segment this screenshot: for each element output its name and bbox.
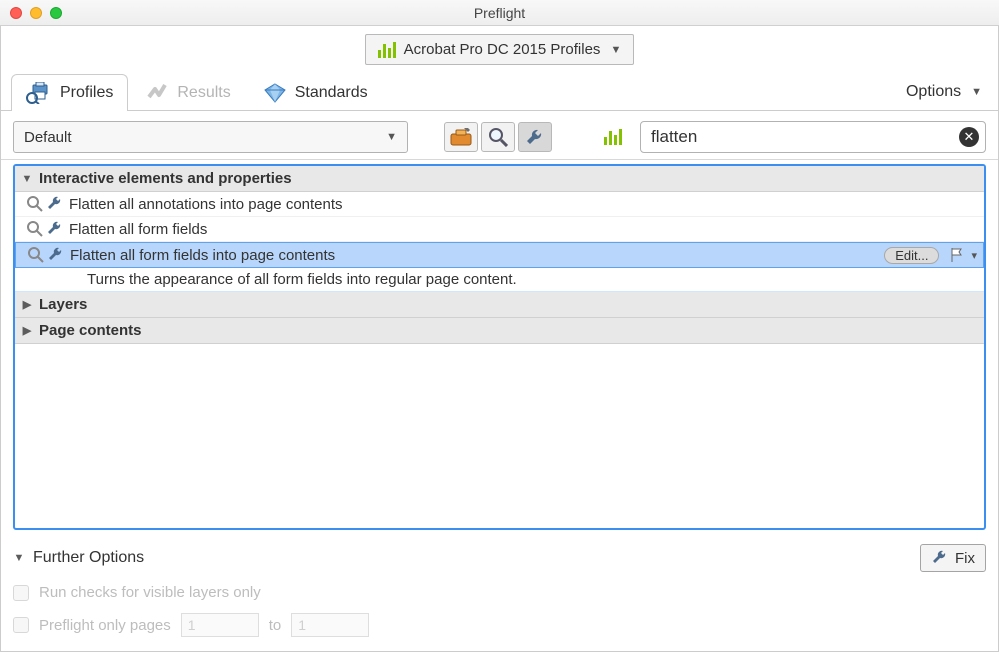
disclosure-closed-icon: ▶ — [21, 324, 33, 337]
show-all-button[interactable] — [596, 122, 630, 152]
titlebar: Preflight — [0, 0, 999, 26]
profiles-dropdown[interactable]: Acrobat Pro DC 2015 Profiles ▼ — [365, 34, 635, 65]
only-pages-checkbox — [13, 617, 29, 633]
group-title: Page contents — [39, 322, 142, 339]
window-zoom-button[interactable] — [50, 7, 62, 19]
library-select-value: Default — [24, 129, 72, 146]
visible-layers-checkbox — [13, 585, 29, 601]
list-item-label: Flatten all form fields into page conten… — [70, 247, 335, 264]
tab-results[interactable]: Results — [128, 74, 245, 111]
fix-button[interactable]: Fix — [920, 544, 986, 572]
list-item-description: Turns the appearance of all form fields … — [15, 268, 984, 292]
group-header-page-contents[interactable]: ▶ Page contents — [15, 318, 984, 344]
wrench-icon — [47, 246, 65, 264]
magnifier-icon — [488, 127, 508, 147]
wrench-icon — [931, 549, 949, 567]
wrench-icon — [46, 220, 64, 238]
profiles-dropdown-label: Acrobat Pro DC 2015 Profiles — [404, 41, 601, 58]
magnifier-wrench-icon — [26, 195, 44, 213]
group-title: Interactive elements and properties — [39, 170, 292, 187]
group-header-layers[interactable]: ▶ Layers — [15, 292, 984, 318]
printer-search-icon — [26, 81, 54, 105]
group-header-interactive[interactable]: ▼ Interactive elements and properties — [15, 166, 984, 192]
bars-icon — [378, 42, 396, 58]
further-options-title: Further Options — [33, 549, 144, 567]
list-item-selected[interactable]: Flatten all form fields into page conten… — [15, 242, 984, 268]
tab-profiles[interactable]: Profiles — [11, 74, 128, 111]
page-from-input — [181, 613, 259, 637]
window-title: Preflight — [0, 5, 999, 21]
window-close-button[interactable] — [10, 7, 22, 19]
bars-icon — [604, 129, 622, 145]
magnifier-wrench-icon — [26, 220, 44, 238]
item-flag-menu[interactable]: ▾ — [949, 247, 977, 263]
flag-icon — [949, 247, 965, 263]
options-menu[interactable]: Options ▼ — [900, 79, 988, 105]
list-item-label: Flatten all annotations into page conten… — [69, 196, 343, 213]
disclosure-open-icon[interactable]: ▼ — [13, 552, 25, 564]
chevron-down-icon: ▾ — [971, 249, 977, 262]
tab-results-label: Results — [177, 84, 230, 102]
group-title: Layers — [39, 296, 87, 313]
tab-profiles-label: Profiles — [60, 84, 113, 102]
page-to-input — [291, 613, 369, 637]
list-item[interactable]: Flatten all annotations into page conten… — [15, 192, 984, 217]
library-select[interactable]: Default ▼ — [13, 121, 408, 153]
toolbox-icon — [450, 128, 472, 146]
window-minimize-button[interactable] — [30, 7, 42, 19]
disclosure-open-icon: ▼ — [21, 173, 33, 185]
only-pages-label: Preflight only pages — [39, 617, 171, 634]
list-item-label: Flatten all form fields — [69, 221, 207, 238]
chevron-down-icon: ▼ — [386, 131, 397, 143]
disclosure-closed-icon: ▶ — [21, 298, 33, 311]
clear-search-button[interactable]: ✕ — [959, 127, 979, 147]
list-item[interactable]: Flatten all form fields — [15, 217, 984, 242]
search-input[interactable] — [651, 127, 959, 147]
to-label: to — [269, 617, 282, 634]
tab-standards[interactable]: Standards — [246, 74, 383, 111]
fix-button-label: Fix — [955, 550, 975, 567]
results-icon — [143, 81, 171, 105]
chevron-down-icon: ▼ — [971, 86, 982, 98]
visible-layers-label: Run checks for visible layers only — [39, 584, 261, 601]
fixups-filter-button[interactable] — [518, 122, 552, 152]
tabs: Profiles Results Standards Options — [1, 73, 998, 111]
magnifier-wrench-icon — [27, 246, 45, 264]
search-box[interactable]: ✕ — [640, 121, 986, 153]
results-list[interactable]: ▼ Interactive elements and properties Fl… — [13, 164, 986, 530]
inspect-button[interactable] — [481, 122, 515, 152]
diamond-icon — [261, 81, 289, 105]
close-icon: ✕ — [964, 129, 975, 145]
wrench-icon — [525, 127, 545, 147]
options-label: Options — [906, 83, 961, 101]
edit-button[interactable]: Edit... — [884, 247, 939, 264]
tab-standards-label: Standards — [295, 84, 368, 102]
wrench-icon — [46, 195, 64, 213]
toolbox-button[interactable] — [444, 122, 478, 152]
chevron-down-icon: ▼ — [610, 44, 621, 56]
